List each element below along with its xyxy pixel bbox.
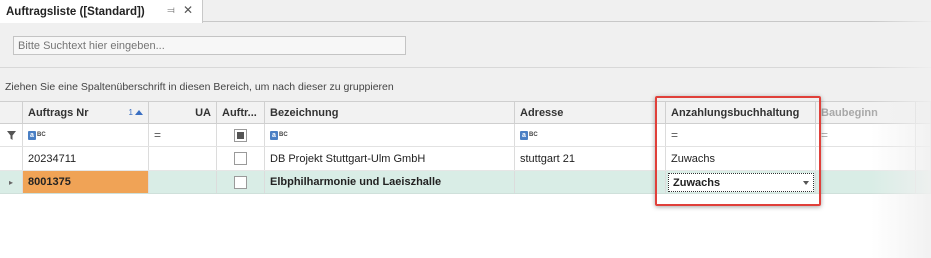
filter-cell-ua[interactable]: = (149, 124, 217, 146)
cell-overflow (916, 147, 931, 170)
column-header-label: Baubeginn (821, 106, 878, 119)
row-indicator[interactable]: ▸ (0, 171, 23, 193)
tab-title: Auftragsliste ([Standard]) (6, 5, 145, 18)
column-header-label: Auftr... (222, 106, 257, 119)
group-by-panel[interactable]: Ziehen Sie eine Spaltenüberschrift in di… (0, 69, 931, 101)
cell-adresse[interactable] (515, 171, 666, 193)
column-header-auftr[interactable]: Auftr... (217, 102, 265, 123)
anzahlungsbuchhaltung-dropdown[interactable]: Zuwachs (668, 173, 814, 192)
search-input[interactable] (13, 36, 406, 55)
column-header-label: UA (195, 106, 211, 119)
column-header-label: Anzahlungsbuchhaltung (671, 106, 800, 119)
cell-auftr[interactable] (217, 171, 265, 193)
column-header-ua[interactable]: UA (149, 102, 217, 123)
sort-index: 1 (128, 108, 133, 117)
group-by-hint: Ziehen Sie eine Spaltenüberschrift in di… (5, 81, 394, 93)
column-header-label: Bezeichnung (270, 106, 339, 119)
column-header-label: Auftrags Nr (28, 106, 89, 119)
row-checkbox[interactable] (234, 175, 247, 189)
filter-row: a BC = a BC a BC = = (0, 124, 931, 147)
grid-header-row: Auftrags Nr 1 UA Auftr... Bezeichnung Ad… (0, 101, 931, 124)
column-header-bezeichnung[interactable]: Bezeichnung (265, 102, 515, 123)
equals-icon: = (671, 128, 679, 142)
cell-auftrags-nr[interactable]: 8001375 (23, 171, 149, 193)
abc-filter-icon: a BC (270, 130, 288, 140)
column-header-label: Adresse (520, 106, 564, 119)
cell-baubeginn[interactable] (816, 147, 916, 170)
filter-cell-bezeichnung[interactable]: a BC (265, 124, 515, 146)
filter-cell-adresse[interactable]: a BC (515, 124, 666, 146)
cell-baubeginn[interactable] (816, 171, 916, 193)
row-checkbox[interactable] (234, 152, 247, 165)
dropdown-value: Zuwachs (673, 176, 721, 189)
filter-cell-auftrags-nr[interactable]: a BC (23, 124, 149, 146)
equals-icon: = (821, 128, 829, 142)
close-icon[interactable]: ✕ (182, 4, 194, 16)
cell-bezeichnung[interactable]: Elbphilharmonie und Laeiszhalle (265, 171, 515, 193)
tab-auftragsliste[interactable]: Auftragsliste ([Standard]) ⫤ ✕ (0, 0, 203, 23)
column-header-anzahlungsbuchhaltung[interactable]: Anzahlungsbuchhaltung (666, 102, 816, 123)
filter-cell-anzahlungsbuchhaltung[interactable]: = (666, 124, 816, 146)
cell-adresse[interactable]: stuttgart 21 (515, 147, 666, 170)
current-row-arrow-icon: ▸ (8, 177, 13, 187)
filter-row-indicator (0, 124, 23, 146)
column-header-auftrags-nr[interactable]: Auftrags Nr 1 (23, 102, 149, 123)
header-corner (0, 102, 23, 123)
column-header-adresse[interactable]: Adresse (515, 102, 666, 123)
cell-ua[interactable] (149, 147, 217, 170)
cell-ua[interactable] (149, 171, 217, 193)
filter-checkbox[interactable] (234, 128, 247, 142)
equals-icon: = (154, 128, 162, 142)
orders-grid: Auftrags Nr 1 UA Auftr... Bezeichnung Ad… (0, 101, 931, 258)
filter-cell-overflow (916, 124, 931, 146)
cell-anzahlungsbuchhaltung[interactable]: Zuwachs (666, 147, 816, 170)
search-panel (0, 23, 931, 68)
cell-auftrags-nr[interactable]: 20234711 (23, 147, 149, 170)
abc-filter-icon: a BC (28, 130, 46, 140)
sort-ascending-icon (135, 110, 143, 115)
column-header-baubeginn[interactable]: Baubeginn (816, 102, 916, 123)
column-header-overflow (916, 102, 931, 123)
cell-overflow (916, 171, 931, 193)
table-row[interactable]: 20234711 DB Projekt Stuttgart-Ulm GmbH s… (0, 147, 931, 171)
chevron-down-icon[interactable] (803, 180, 809, 185)
filter-funnel-icon (6, 130, 16, 140)
row-indicator[interactable] (0, 147, 23, 170)
document-tab-bar: Auftragsliste ([Standard]) ⫤ ✕ (0, 0, 931, 23)
pin-icon[interactable]: ⫤ (165, 5, 177, 17)
filter-cell-baubeginn[interactable]: = (816, 124, 916, 146)
abc-filter-icon: a BC (520, 130, 538, 140)
filter-cell-auftr[interactable] (217, 124, 265, 146)
cell-auftr[interactable] (217, 147, 265, 170)
cell-bezeichnung[interactable]: DB Projekt Stuttgart-Ulm GmbH (265, 147, 515, 170)
